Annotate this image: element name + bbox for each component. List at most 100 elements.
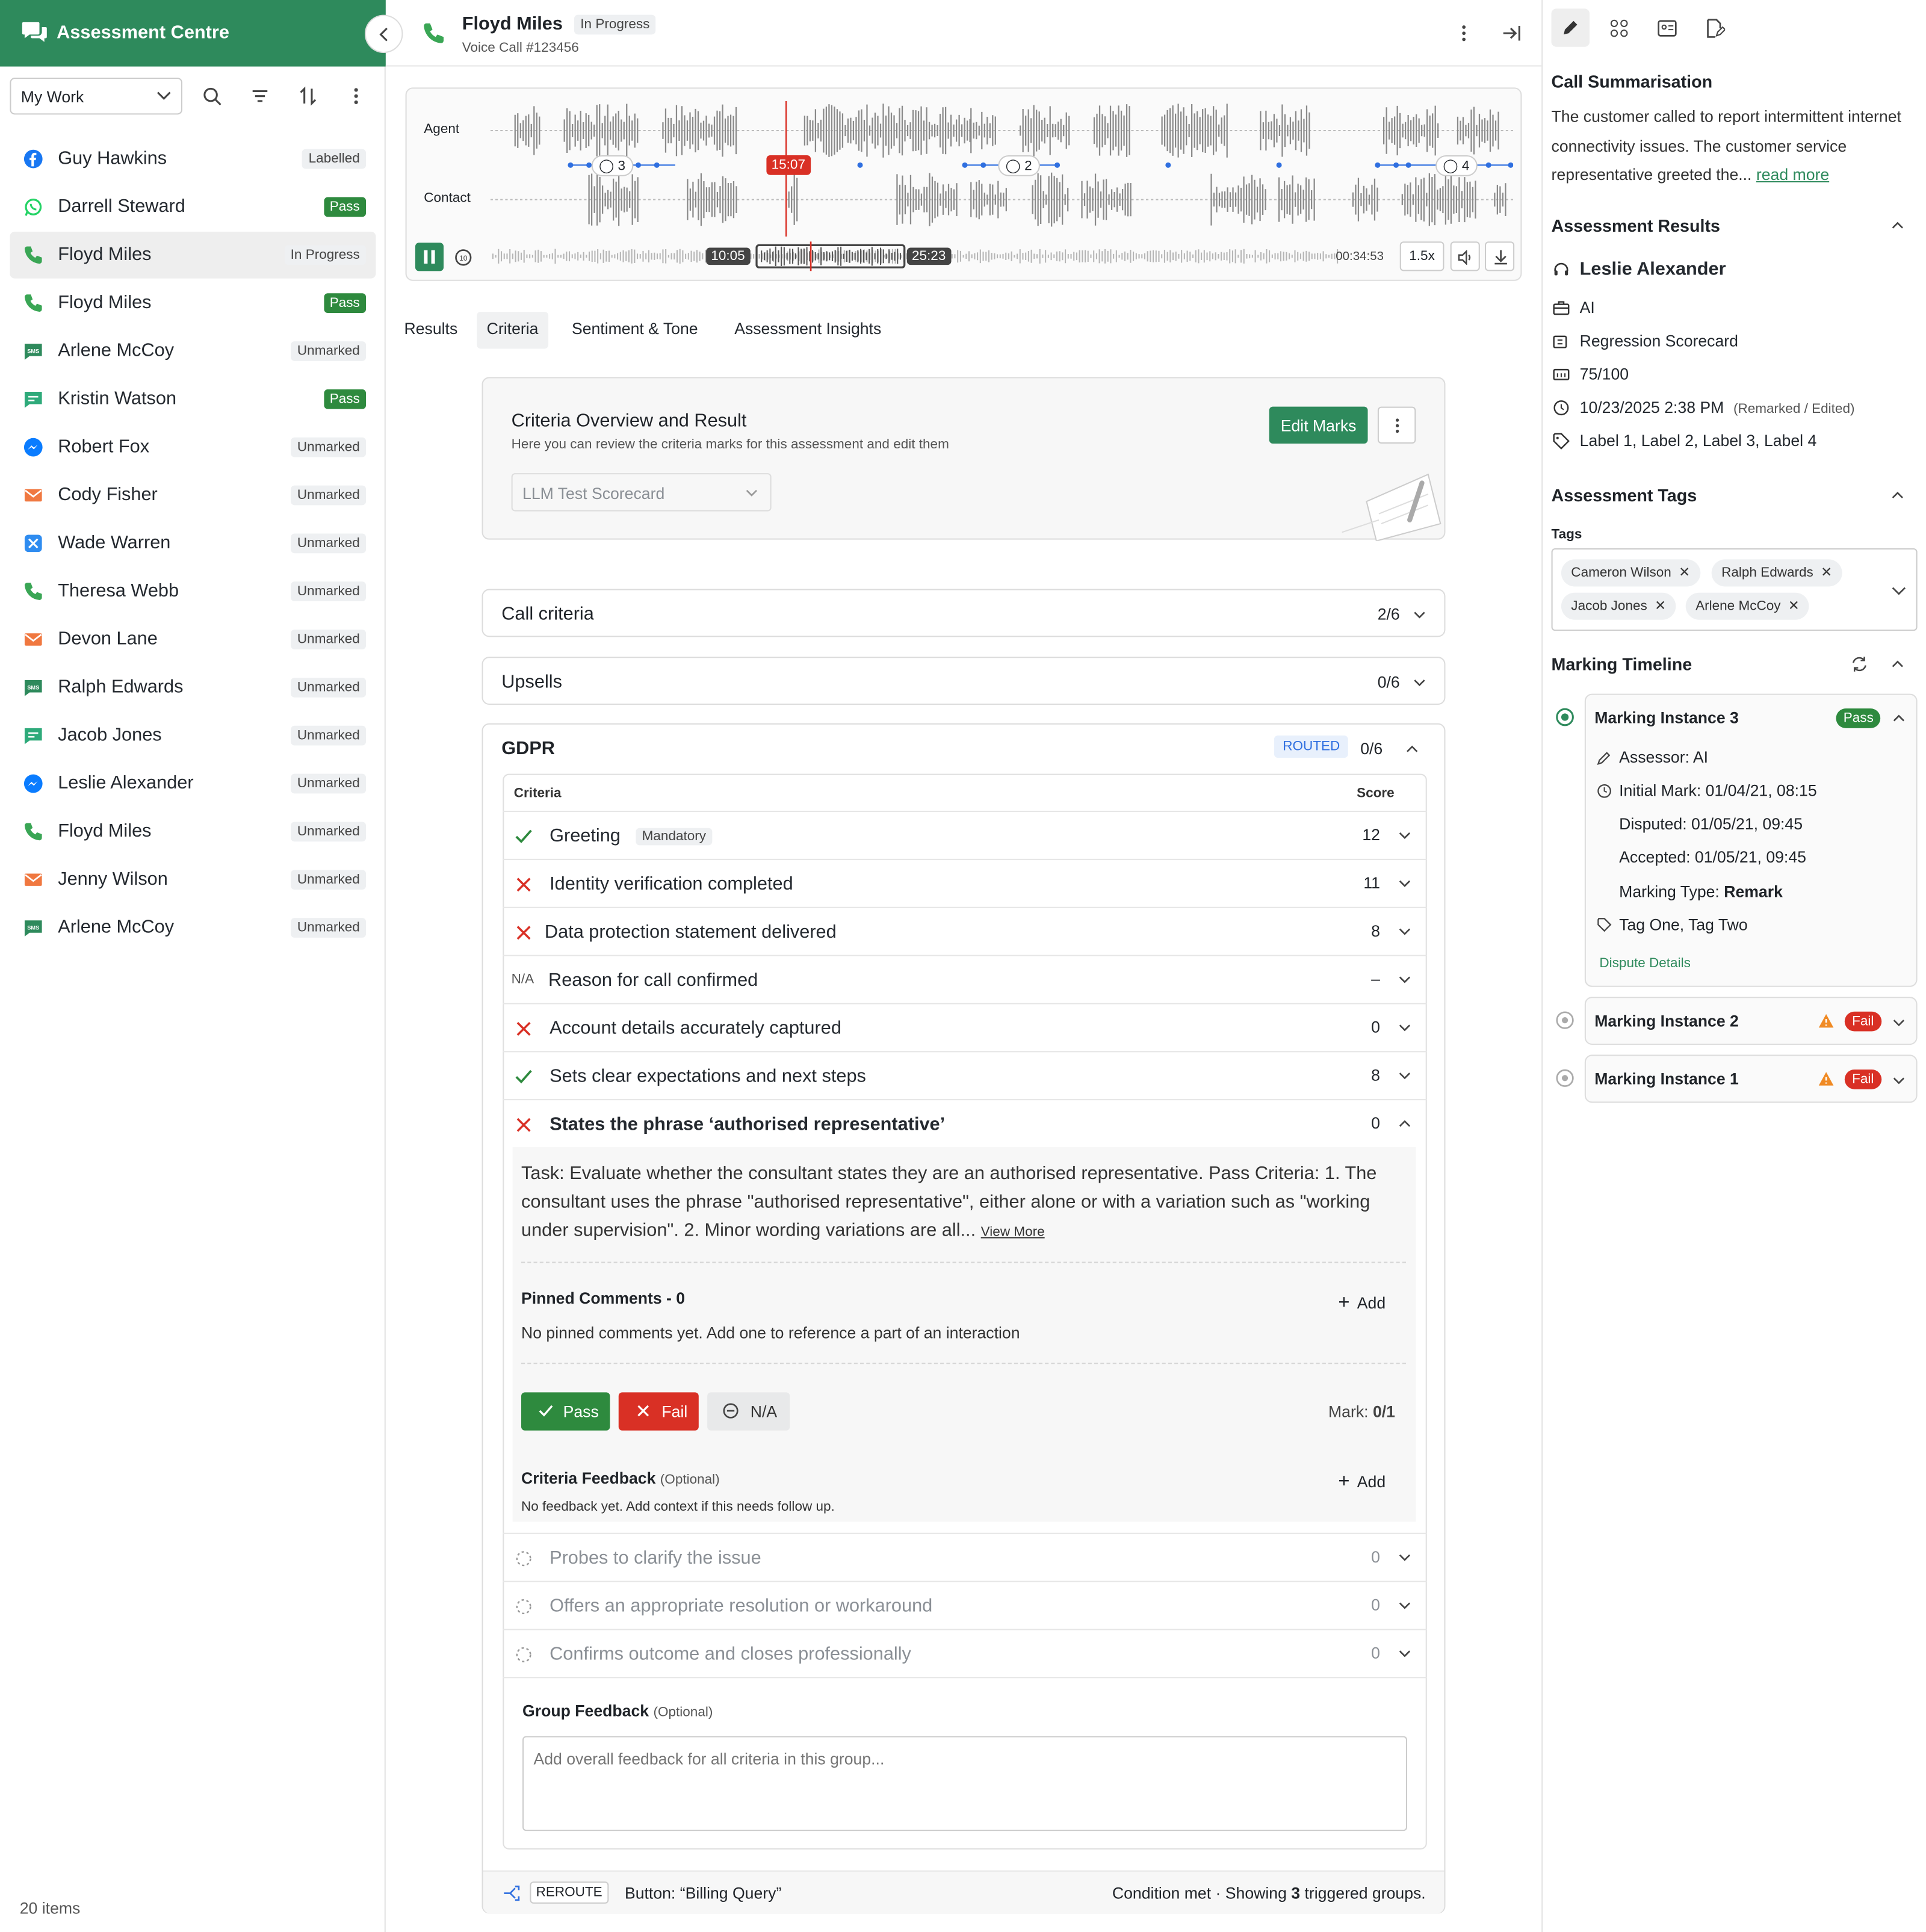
chevron-down-icon[interactable] — [1398, 1070, 1413, 1082]
phone-icon — [24, 246, 42, 264]
chevron-down-icon[interactable] — [1398, 1021, 1413, 1033]
sidebar-item[interactable]: Kristin Watson Pass — [10, 376, 376, 423]
sidebar-item[interactable]: Darrell Steward Pass — [10, 184, 376, 231]
sidebar-item[interactable]: Jacob Jones Unmarked — [10, 712, 376, 759]
chevron-up-icon[interactable] — [1892, 712, 1907, 724]
download-button[interactable] — [1484, 241, 1515, 271]
view-more-link[interactable]: View More — [981, 1225, 1045, 1240]
marking-instance-2[interactable]: Marking Instance 2 Fail — [1584, 997, 1918, 1045]
group-call-criteria[interactable]: Call criteria 2/6 — [482, 589, 1446, 637]
na-button[interactable]: N/A — [707, 1392, 790, 1431]
chevron-down-icon[interactable] — [1398, 925, 1413, 937]
tab-results[interactable]: Results — [394, 312, 468, 348]
sidebar-item[interactable]: Guy Hawkins Labelled — [10, 135, 376, 182]
sidebar-item[interactable]: Theresa Webb Unmarked — [10, 568, 376, 615]
sidebar-item[interactable]: SMS Arlene McCoy Unmarked — [10, 328, 376, 375]
chevron-up-icon[interactable] — [1890, 219, 1906, 231]
criteria-row[interactable]: States the phrase ‘authorised representa… — [503, 1099, 1427, 1147]
chevron-up-icon[interactable] — [1890, 489, 1906, 501]
close-icon[interactable]: ✕ — [1655, 599, 1666, 614]
sidebar-item[interactable]: Cody Fisher Unmarked — [10, 472, 376, 519]
scorecard-select[interactable]: LLM Test Scorecard — [511, 473, 772, 512]
tag-chip[interactable]: Cameron Wilson ✕ — [1561, 559, 1700, 587]
pause-button[interactable] — [415, 243, 444, 271]
criteria-score: 0 — [1371, 1547, 1380, 1566]
close-icon — [637, 1405, 649, 1417]
marking-instance-1[interactable]: Marking Instance 1 Fail — [1584, 1054, 1918, 1103]
pass-button[interactable]: Pass — [521, 1392, 610, 1431]
dispute-details-link[interactable]: Dispute Details — [1599, 956, 1690, 971]
comment-marker[interactable]: ◯ 3 — [591, 155, 633, 176]
fail-button[interactable]: Fail — [618, 1392, 699, 1431]
criteria-row[interactable]: Probes to clarify the issue 0 — [503, 1532, 1427, 1581]
criteria-row[interactable]: Data protection statement delivered 8 — [503, 906, 1427, 955]
close-icon[interactable]: ✕ — [1788, 599, 1800, 614]
criteria-row[interactable]: Greeting Mandatory 12 — [503, 811, 1427, 859]
group-feedback-input[interactable] — [522, 1736, 1408, 1831]
tab-assessment-insights[interactable]: Assessment Insights — [725, 312, 891, 348]
apps-grid-icon[interactable] — [1609, 19, 1629, 39]
collapse-sidebar-button[interactable] — [365, 14, 403, 54]
sort-icon[interactable] — [298, 86, 318, 106]
sidebar-item[interactable]: Devon Lane Unmarked — [10, 616, 376, 663]
edit-marks-button[interactable]: Edit Marks — [1269, 406, 1368, 444]
more-options-icon[interactable] — [1455, 23, 1473, 43]
assessment-results-title: Assessment Results — [1551, 215, 1720, 236]
work-filter-select[interactable]: My Work — [10, 77, 183, 115]
add-pinned-comment-button[interactable]: + Add — [1338, 1293, 1386, 1315]
sidebar-item[interactable]: Leslie Alexander Unmarked — [10, 760, 376, 807]
refresh-icon[interactable] — [1851, 655, 1868, 673]
tab-criteria[interactable]: Criteria — [477, 311, 548, 349]
sidebar-item[interactable]: Floyd Miles Unmarked — [10, 808, 376, 855]
chevron-down-icon[interactable] — [1398, 1551, 1413, 1563]
overview-more-button[interactable] — [1377, 406, 1416, 444]
edit-document-icon[interactable] — [1705, 19, 1726, 39]
id-card-icon[interactable] — [1658, 19, 1677, 39]
status-badge: Unmarked — [291, 630, 367, 649]
sidebar-item[interactable]: SMS Arlene McCoy Unmarked — [10, 905, 376, 952]
edit-tool-button[interactable] — [1551, 8, 1590, 47]
more-options-icon[interactable] — [346, 86, 366, 106]
group-upsells[interactable]: Upsells 0/6 — [482, 657, 1446, 705]
close-icon[interactable]: ✕ — [1679, 566, 1690, 581]
collapse-panel-icon[interactable] — [1502, 25, 1522, 42]
comment-marker[interactable]: ◯ 2 — [998, 155, 1039, 176]
read-more-link[interactable]: read more — [1756, 165, 1829, 184]
criteria-row[interactable]: Sets clear expectations and next steps 8 — [503, 1051, 1427, 1099]
sidebar-item[interactable]: Floyd Miles In Progress — [10, 231, 376, 279]
criteria-row[interactable]: Confirms outcome and closes professional… — [503, 1629, 1427, 1677]
tag-chip[interactable]: Arlene McCoy ✕ — [1685, 592, 1810, 620]
tags-select[interactable]: Cameron Wilson ✕ Ralph Edwards ✕ Jacob J… — [1551, 548, 1918, 631]
tab-sentiment-tone[interactable]: Sentiment & Tone — [562, 312, 708, 348]
tag-chip[interactable]: Jacob Jones ✕ — [1561, 592, 1676, 620]
chevron-down-icon[interactable] — [1398, 1647, 1413, 1659]
filter-icon[interactable] — [250, 86, 270, 106]
chevron-up-icon[interactable] — [1398, 1118, 1413, 1130]
sidebar-item[interactable]: Jenny Wilson Unmarked — [10, 856, 376, 903]
chevron-up-icon[interactable] — [1405, 742, 1420, 757]
tag-chip[interactable]: Ralph Edwards ✕ — [1711, 559, 1842, 587]
disputed-value: 01/05/21, 09:45 — [1691, 814, 1803, 833]
sidebar-item[interactable]: SMS Ralph Edwards Unmarked — [10, 664, 376, 711]
sidebar-item[interactable]: Robert Fox Unmarked — [10, 424, 376, 471]
close-icon[interactable]: ✕ — [1821, 566, 1832, 581]
sidebar-item[interactable]: Floyd Miles Pass — [10, 280, 376, 327]
instance-marking-type: Marking Type: Remark — [1619, 882, 1783, 901]
chevron-down-icon[interactable] — [1398, 973, 1413, 985]
comment-marker[interactable]: ◯ 4 — [1435, 155, 1477, 176]
chevron-down-icon[interactable] — [1398, 829, 1413, 841]
criteria-row[interactable]: Offers an appropriate resolution or work… — [503, 1581, 1427, 1629]
chevron-down-icon[interactable] — [1398, 1599, 1413, 1611]
search-icon[interactable] — [202, 86, 222, 106]
rewind-10-icon[interactable]: 10 — [453, 247, 473, 267]
criteria-row[interactable]: N/A Reason for call confirmed – — [503, 955, 1427, 1003]
playback-speed-button[interactable]: 1.5x — [1399, 241, 1445, 271]
criteria-row[interactable]: Account details accurately captured 0 — [503, 1003, 1427, 1051]
score-column-header: Score — [1357, 786, 1395, 801]
volume-button[interactable] — [1450, 241, 1480, 271]
criteria-row[interactable]: Identity verification completed 11 — [503, 858, 1427, 907]
chevron-up-icon[interactable] — [1890, 658, 1906, 670]
chevron-down-icon[interactable] — [1398, 878, 1413, 890]
add-feedback-button[interactable]: + Add — [1338, 1471, 1386, 1493]
sidebar-item[interactable]: Wade Warren Unmarked — [10, 520, 376, 567]
